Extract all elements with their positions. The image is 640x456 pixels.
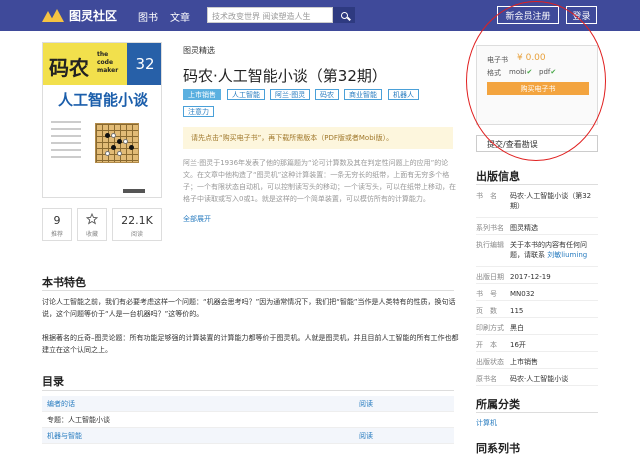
format-label: 格式: [487, 69, 501, 77]
editor-link[interactable]: 刘敏liuming: [547, 251, 587, 259]
nav-books[interactable]: 图书: [138, 9, 158, 24]
check-icon: ✔: [550, 68, 557, 76]
pub-row-isbn: 书 号 MN032: [476, 284, 598, 301]
search-input[interactable]: 技术改变世界 阅读塑造人生: [207, 7, 333, 23]
register-button[interactable]: 新会员注册: [497, 6, 559, 24]
category-link[interactable]: 计算机: [476, 418, 497, 428]
tag-turing[interactable]: 阿兰·图灵: [270, 89, 311, 100]
logo-text: 图灵社区: [69, 9, 118, 23]
search-icon: [340, 11, 348, 19]
tag-attention[interactable]: 注意力: [183, 106, 214, 117]
pub-row-date: 出版日期 2017-12-19: [476, 267, 598, 284]
check-icon: ✔: [526, 68, 533, 76]
top-navbar: 图灵社区 图书 文章 技术改变世界 阅读塑造人生 新会员注册 登录: [0, 0, 640, 31]
login-button[interactable]: 登录: [566, 6, 597, 24]
star-icon: [85, 212, 99, 225]
ebook-label: 电子书: [487, 56, 508, 64]
book-description: 阿兰·图灵于1936年发表了他的那篇题为“论可计算数及其在判定性问题上的应用”的…: [183, 159, 456, 203]
breadcrumb[interactable]: 图灵精选: [183, 45, 215, 56]
toc-row: 专题：人工智能小谈: [42, 412, 454, 428]
errata-button[interactable]: 提交/查看勘误: [476, 135, 598, 152]
cover-big-text: 码农: [49, 56, 89, 80]
tag-bi[interactable]: 商业智能: [344, 89, 382, 100]
favorite-button[interactable]: 收藏: [77, 208, 107, 241]
logo-icon: [42, 8, 64, 23]
nav-articles[interactable]: 文章: [170, 9, 190, 24]
toc-read-link[interactable]: 阅读: [359, 431, 454, 441]
tag-on-sale[interactable]: 上市销售: [183, 89, 221, 100]
read-count-stat: 22.1K 阅读: [112, 208, 162, 241]
cover-decoration: [51, 121, 81, 163]
publication-info-title: 出版信息: [476, 170, 520, 183]
recommend-stat[interactable]: 9 推荐: [42, 208, 72, 241]
pub-row-title: 书 名码农·人工智能小谈（第32期）: [476, 186, 598, 218]
tag-ai[interactable]: 人工智能: [227, 89, 265, 100]
tag-coder[interactable]: 码农: [315, 89, 339, 100]
purchase-panel: 电子书 ¥ 0.00 格式 mobi✔ pdf✔ 购买电子书: [476, 45, 598, 125]
expand-all-link[interactable]: 全部展开: [183, 214, 211, 224]
buy-ebook-button[interactable]: 购买电子书: [487, 82, 589, 95]
pub-row-format: 开 本 16开: [476, 335, 598, 352]
publication-info-table: 书 名码农·人工智能小谈（第32期） 系列书名 图灵精选 执行编辑 关于本书的内容有…: [476, 186, 598, 386]
toc-row[interactable]: 编者的话 阅读: [42, 396, 454, 412]
format-mobi: mobi✔: [509, 68, 533, 76]
cover-title: 人工智能小谈: [57, 91, 148, 109]
search-button[interactable]: [333, 7, 355, 23]
pub-row-series: 系列书名 图灵精选: [476, 218, 598, 235]
tag-robot[interactable]: 机器人: [388, 89, 419, 100]
pub-row-original: 原书名 码农·人工智能小谈: [476, 369, 598, 386]
go-board-image: [95, 123, 139, 163]
site-logo[interactable]: 图灵社区: [42, 7, 117, 24]
pub-row-print: 印刷方式 黑白: [476, 318, 598, 335]
features-paragraph-2: 根据著名的丘奇–图灵论题：所有功能足够强的计算装置的计算能力都等价于图灵机。人就…: [42, 334, 459, 354]
series-title: 同系列书: [476, 442, 520, 455]
book-title: 码农·人工智能小谈（第32期）: [183, 67, 387, 85]
features-paragraph-1: 讨论人工智能之前，我们有必要考虑这样一个问题：“机器会思考吗？”因为通常情况下，…: [42, 298, 456, 318]
features-title: 本书特色: [42, 276, 86, 289]
purchase-notice: 请先点击“购买电子书”，再下载所需版本（PDF版或者Mobi版）。: [183, 127, 453, 149]
ebook-price: ¥ 0.00: [517, 53, 546, 63]
toc-row[interactable]: 机器与智能 阅读: [42, 428, 454, 444]
pub-row-editor: 执行编辑 关于本书的内容有任何问题，请联系 刘敏liuming: [476, 235, 598, 267]
pub-row-status: 出版状态 上市销售: [476, 352, 598, 369]
format-pdf: pdf✔: [539, 68, 557, 76]
category-title: 所属分类: [476, 398, 520, 411]
book-cover: 码农 the code maker 32 人工智能小谈: [42, 42, 162, 198]
pub-row-pages: 页 数 115: [476, 301, 598, 318]
cover-issue: 32: [127, 43, 161, 85]
publisher-logo: [123, 189, 145, 193]
toc-table: 编者的话 阅读 专题：人工智能小谈 机器与智能 阅读: [42, 396, 454, 444]
toc-read-link[interactable]: 阅读: [359, 399, 454, 409]
cover-subtitle: the code maker: [97, 51, 119, 74]
toc-title: 目录: [42, 375, 64, 388]
